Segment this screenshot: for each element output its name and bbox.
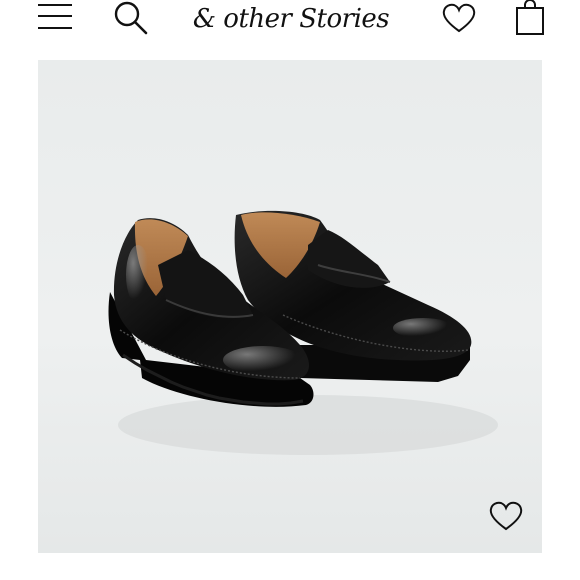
product-image[interactable] (38, 60, 542, 553)
brand-logo[interactable]: & other Stories (193, 0, 390, 38)
shopping-bag-icon[interactable] (515, 0, 545, 36)
heart-outline-icon[interactable] (441, 2, 477, 34)
hamburger-menu-icon[interactable] (38, 2, 72, 32)
search-icon[interactable] (113, 0, 149, 36)
heart-outline-icon[interactable] (488, 500, 524, 532)
product-card[interactable] (38, 60, 542, 553)
menu-line (38, 27, 72, 29)
site-header: & other Stories (0, 0, 580, 48)
menu-line (38, 15, 72, 17)
menu-line (38, 4, 72, 6)
